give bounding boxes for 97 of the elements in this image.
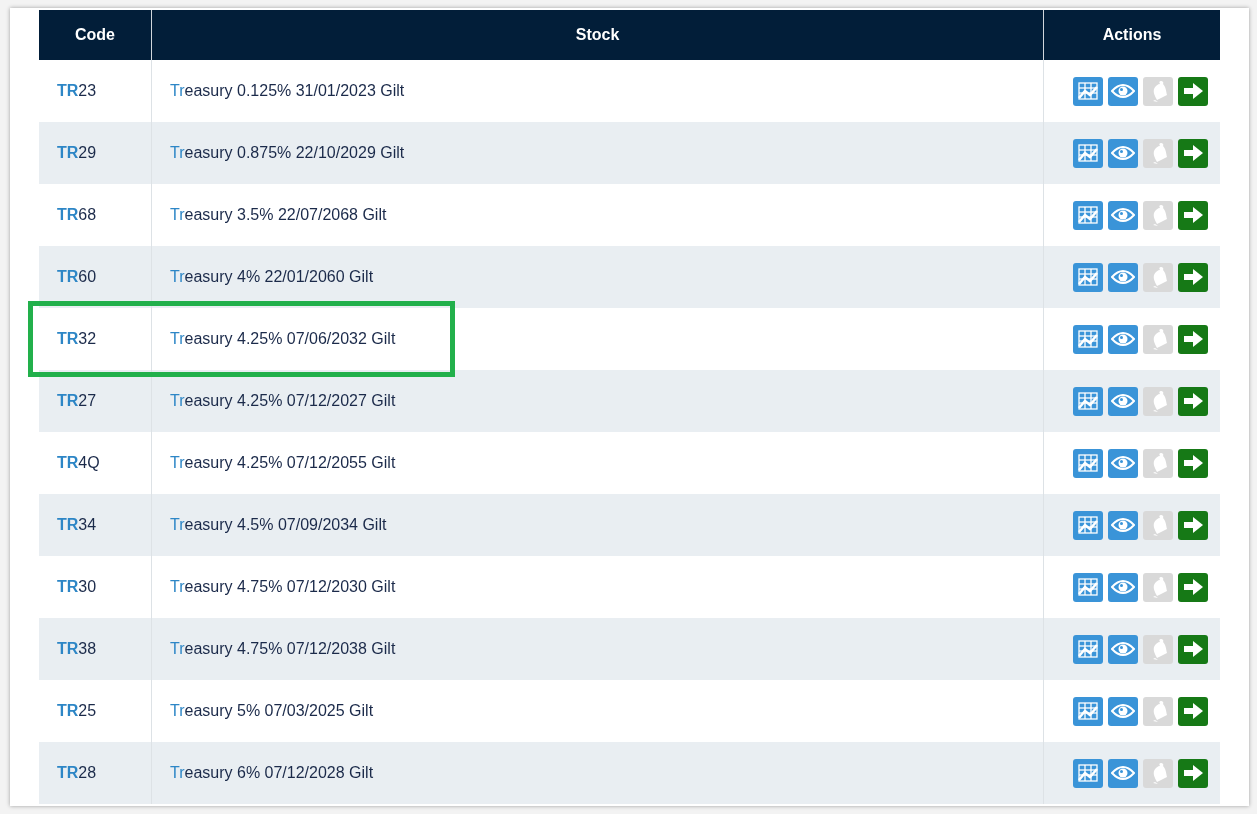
arrow-right-icon: [1181, 640, 1204, 658]
code-link[interactable]: TR32: [57, 330, 97, 348]
stock-link[interactable]: Treasury 5% 07/03/2025 Gilt: [170, 702, 374, 720]
chart-icon: [1076, 81, 1099, 101]
go-button[interactable]: [1177, 510, 1208, 540]
chart-button[interactable]: [1072, 510, 1103, 540]
code-link[interactable]: TR4Q: [57, 454, 100, 472]
watch-button[interactable]: [1107, 76, 1138, 106]
go-button[interactable]: [1177, 386, 1208, 416]
chart-icon: [1076, 453, 1099, 473]
chart-button[interactable]: [1072, 448, 1103, 478]
stock-link[interactable]: Treasury 4.75% 07/12/2030 Gilt: [170, 578, 396, 596]
code-link[interactable]: TR28: [57, 764, 97, 782]
eye-icon: [1110, 82, 1135, 100]
eye-icon: [1110, 454, 1135, 472]
go-button[interactable]: [1177, 696, 1208, 726]
chart-button[interactable]: [1072, 262, 1103, 292]
watch-button[interactable]: [1107, 696, 1138, 726]
chart-button[interactable]: [1072, 324, 1103, 354]
chart-button[interactable]: [1072, 200, 1103, 230]
code-link[interactable]: TR23: [57, 82, 97, 100]
code-link[interactable]: TR27: [57, 392, 97, 410]
go-button[interactable]: [1177, 138, 1208, 168]
chart-button[interactable]: [1072, 696, 1103, 726]
chart-icon: [1076, 577, 1099, 597]
eye-icon: [1110, 330, 1135, 348]
eye-icon: [1110, 392, 1135, 410]
code-link[interactable]: TR25: [57, 702, 97, 720]
eye-icon: [1110, 764, 1135, 782]
chart-button[interactable]: [1072, 634, 1103, 664]
arrow-right-icon: [1181, 578, 1204, 596]
watch-button[interactable]: [1107, 262, 1138, 292]
eye-icon: [1110, 516, 1135, 534]
chart-icon: [1076, 267, 1099, 287]
chart-button[interactable]: [1072, 76, 1103, 106]
chart-button[interactable]: [1072, 386, 1103, 416]
go-button[interactable]: [1177, 448, 1208, 478]
code-link[interactable]: TR68: [57, 206, 97, 224]
eye-icon: [1110, 144, 1135, 162]
watch-button[interactable]: [1107, 448, 1138, 478]
stock-link[interactable]: Treasury 0.875% 22/10/2029 Gilt: [170, 144, 405, 162]
stock-link[interactable]: Treasury 6% 07/12/2028 Gilt: [170, 764, 374, 782]
chart-button[interactable]: [1072, 572, 1103, 602]
go-button[interactable]: [1177, 76, 1208, 106]
watch-button[interactable]: [1107, 758, 1138, 788]
stock-link[interactable]: Treasury 4.25% 07/12/2055 Gilt: [170, 454, 396, 472]
arrow-right-icon: [1181, 206, 1204, 224]
stock-link[interactable]: Treasury 4.75% 07/12/2038 Gilt: [170, 640, 396, 658]
go-button[interactable]: [1177, 572, 1208, 602]
go-button[interactable]: [1177, 262, 1208, 292]
arrow-right-icon: [1181, 764, 1204, 782]
eye-icon: [1110, 578, 1135, 596]
arrow-right-icon: [1181, 454, 1204, 472]
arrow-right-icon: [1181, 516, 1204, 534]
stock-link[interactable]: Treasury 3.5% 22/07/2068 Gilt: [170, 206, 387, 224]
go-button[interactable]: [1177, 200, 1208, 230]
eye-icon: [1110, 268, 1135, 286]
chart-icon: [1076, 205, 1099, 225]
code-link[interactable]: TR34: [57, 516, 97, 534]
arrow-right-icon: [1181, 82, 1204, 100]
watch-button[interactable]: [1107, 510, 1138, 540]
chart-icon: [1076, 515, 1099, 535]
go-button[interactable]: [1177, 758, 1208, 788]
watch-button[interactable]: [1107, 324, 1138, 354]
watch-button[interactable]: [1107, 572, 1138, 602]
watch-button[interactable]: [1107, 386, 1138, 416]
arrow-right-icon: [1181, 330, 1204, 348]
code-link[interactable]: TR60: [57, 268, 97, 286]
chart-icon: [1076, 329, 1099, 349]
watch-button[interactable]: [1107, 200, 1138, 230]
watch-button[interactable]: [1107, 138, 1138, 168]
go-button[interactable]: [1177, 324, 1208, 354]
stock-link[interactable]: Treasury 4.25% 07/06/2032 Gilt: [170, 330, 396, 348]
chart-icon: [1076, 639, 1099, 659]
eye-icon: [1110, 206, 1135, 224]
arrow-right-icon: [1181, 702, 1204, 720]
arrow-right-icon: [1181, 144, 1204, 162]
eye-icon: [1110, 640, 1135, 658]
chart-button[interactable]: [1072, 138, 1103, 168]
column-header[interactable]: Actions: [1044, 10, 1220, 60]
chart-button[interactable]: [1072, 758, 1103, 788]
code-link[interactable]: TR30: [57, 578, 97, 596]
code-link[interactable]: TR29: [57, 144, 97, 162]
chart-icon: [1076, 391, 1099, 411]
arrow-right-icon: [1181, 268, 1204, 286]
watch-button[interactable]: [1107, 634, 1138, 664]
stock-link[interactable]: Treasury 4% 22/01/2060 Gilt: [170, 268, 374, 286]
chart-icon: [1076, 763, 1099, 783]
stock-link[interactable]: Treasury 0.125% 31/01/2023 Gilt: [170, 82, 405, 100]
arrow-right-icon: [1181, 392, 1204, 410]
stock-link[interactable]: Treasury 4.25% 07/12/2027 Gilt: [170, 392, 396, 410]
go-button[interactable]: [1177, 634, 1208, 664]
chart-icon: [1076, 143, 1099, 163]
code-link[interactable]: TR38: [57, 640, 97, 658]
chart-icon: [1076, 701, 1099, 721]
eye-icon: [1110, 702, 1135, 720]
stock-link[interactable]: Treasury 4.5% 07/09/2034 Gilt: [170, 516, 387, 534]
